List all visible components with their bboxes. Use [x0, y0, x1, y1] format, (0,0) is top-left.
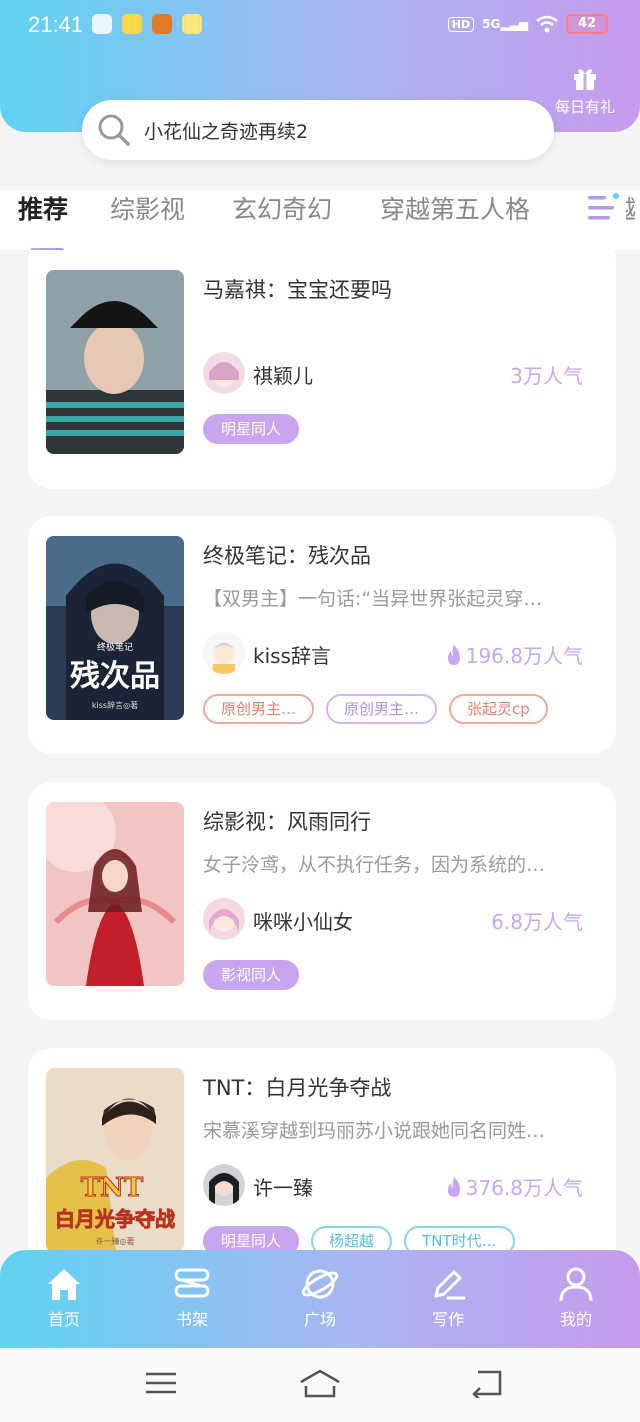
author-row: 咪咪小仙女 6.8万人气 [203, 898, 583, 942]
svg-text:TNT: TNT [81, 1173, 144, 1203]
author-avatar [203, 632, 245, 674]
system-navigation-bar [0, 1348, 640, 1422]
nav-bookshelf[interactable]: 书架 [152, 1264, 232, 1330]
author-avatar [203, 898, 245, 940]
book-tag[interactable]: 明星同人 [203, 414, 300, 444]
planet-icon [301, 1269, 339, 1299]
tab-fantasy[interactable]: 玄幻奇幻 [232, 190, 332, 226]
flame-icon [447, 644, 460, 665]
nav-home[interactable]: 首页 [24, 1264, 104, 1330]
book-cover [46, 270, 184, 454]
status-bar: 21:41 HD 5G▂▃▅ 42 [0, 0, 640, 52]
menu-icon[interactable] [144, 1368, 178, 1398]
svg-text:终极笔记: 终极笔记 [97, 641, 133, 653]
nav-profile[interactable]: 我的 [536, 1264, 616, 1330]
book-tag[interactable]: 张起灵cp [449, 694, 548, 724]
tag-list: 明星同人 杨超越 TNT时代… [203, 1226, 515, 1250]
book-title: TNT：白月光争夺战 [203, 1076, 392, 1100]
author-row: kiss辞言 196.8万人气 [203, 632, 583, 676]
search-icon [98, 114, 130, 146]
popularity: 196.8万人气 [446, 640, 583, 669]
tag-list: 影视同人 [203, 960, 300, 990]
nav-square[interactable]: 广场 [280, 1264, 360, 1330]
author-row: 祺颖儿 3万人气 [203, 352, 583, 396]
book-card[interactable]: 终极笔记 残次品 kiss辞言◎著 终极笔记：残次品 【双男主】一句话:“当异世… [28, 516, 616, 754]
svg-text:许一臻◎著: 许一臻◎著 [96, 1236, 135, 1246]
daily-gift-button[interactable]: 每日有礼 [548, 64, 622, 117]
home-nav-icon[interactable] [298, 1368, 342, 1400]
book-tag[interactable]: 影视同人 [203, 960, 300, 990]
hd-icon: HD [447, 16, 475, 32]
book-description: 【双男主】一句话:“当异世界张起灵穿… [203, 588, 543, 610]
nav-write[interactable]: 写作 [408, 1264, 488, 1330]
book-cover: TNT 白月光争夺战 许一臻◎著 [46, 1068, 184, 1250]
book-tag[interactable]: 杨超越 [311, 1226, 393, 1250]
app-notification-icon [182, 14, 202, 34]
author-name: 咪咪小仙女 [253, 910, 353, 934]
pen-icon [434, 1270, 466, 1300]
svg-text:白月光争夺战: 白月光争夺战 [55, 1207, 175, 1231]
app-notification-icon [122, 14, 142, 34]
gift-icon [574, 69, 596, 90]
back-icon[interactable] [470, 1368, 506, 1398]
book-description: 女子泠鸢，从不执行任务，因为系统的… [203, 854, 546, 876]
search-bar[interactable] [82, 100, 554, 160]
status-indicators: HD 5G▂▃▅ 42 [447, 14, 608, 34]
bottom-navigation: 首页 书架 广场 写作 我的 [0, 1250, 640, 1348]
popularity: 6.8万人气 [491, 910, 583, 934]
tag-list: 明星同人 [203, 414, 300, 444]
gift-label: 每日有礼 [554, 98, 615, 116]
user-icon [559, 1267, 593, 1302]
svg-text:kiss辞言◎著: kiss辞言◎著 [92, 700, 138, 710]
tab-fade [536, 190, 586, 234]
category-menu-button[interactable] [586, 190, 626, 234]
book-cover [46, 802, 184, 986]
book-tag[interactable]: 原创男主… [326, 694, 438, 724]
flame-icon [447, 1176, 460, 1197]
wifi-icon [536, 15, 558, 33]
author-avatar [203, 352, 245, 394]
app-notification-icon [92, 14, 112, 34]
search-input[interactable] [144, 119, 524, 141]
cellular-signal-icon: 5G▂▃▅ [482, 17, 528, 31]
book-tag[interactable]: TNT时代… [404, 1226, 515, 1250]
battery-icon: 42 [566, 14, 608, 34]
author-name: kiss辞言 [253, 644, 331, 668]
author-row: 许一臻 376.8万人气 [203, 1164, 583, 1208]
tab-recommend[interactable]: 推荐 [18, 190, 68, 226]
tag-list: 原创男主… 原创男主… 张起灵cp [203, 694, 548, 724]
book-description: 宋慕溪穿越到玛丽苏小说跟她同名同姓… [203, 1120, 546, 1142]
book-title: 马嘉祺：宝宝还要吗 [203, 278, 392, 302]
book-card[interactable]: TNT 白月光争夺战 许一臻◎著 TNT：白月光争夺战 宋慕溪穿越到玛丽苏小说跟… [28, 1048, 616, 1250]
notification-icons [92, 14, 202, 34]
tab-film-tv[interactable]: 综影视 [110, 190, 185, 226]
book-cover: 终极笔记 残次品 kiss辞言◎著 [46, 536, 184, 720]
book-title: 终极笔记：残次品 [203, 544, 371, 568]
book-tag[interactable]: 原创男主… [203, 694, 315, 724]
svg-text:残次品: 残次品 [70, 659, 160, 694]
bookshelf-icon [174, 1268, 210, 1298]
book-card[interactable]: 综影视：风雨同行 女子泠鸢，从不执行任务，因为系统的… 咪咪小仙女 6.8万人气… [28, 782, 616, 1020]
home-icon [48, 1269, 80, 1300]
app-notification-icon [152, 14, 172, 34]
book-list: 马嘉祺：宝宝还要吗 祺颖儿 3万人气 明星同人 终极笔记 残次品 kiss辞言◎… [0, 250, 640, 1250]
status-time: 21:41 [28, 12, 84, 37]
book-tag[interactable]: 明星同人 [203, 1226, 300, 1250]
popularity: 3万人气 [510, 364, 583, 388]
author-name: 许一臻 [253, 1176, 313, 1200]
tab-identity-v[interactable]: 穿越第五人格 [380, 190, 530, 226]
popularity: 376.8万人气 [446, 1172, 583, 1201]
book-card[interactable]: 马嘉祺：宝宝还要吗 祺颖儿 3万人气 明星同人 [28, 250, 616, 489]
author-name: 祺颖儿 [253, 364, 313, 388]
category-tabs: 推荐 综影视 玄幻奇幻 穿越第五人格 穿越 [0, 190, 640, 253]
author-avatar [203, 1164, 245, 1206]
menu-icon [588, 193, 619, 220]
book-title: 综影视：风雨同行 [203, 810, 371, 834]
